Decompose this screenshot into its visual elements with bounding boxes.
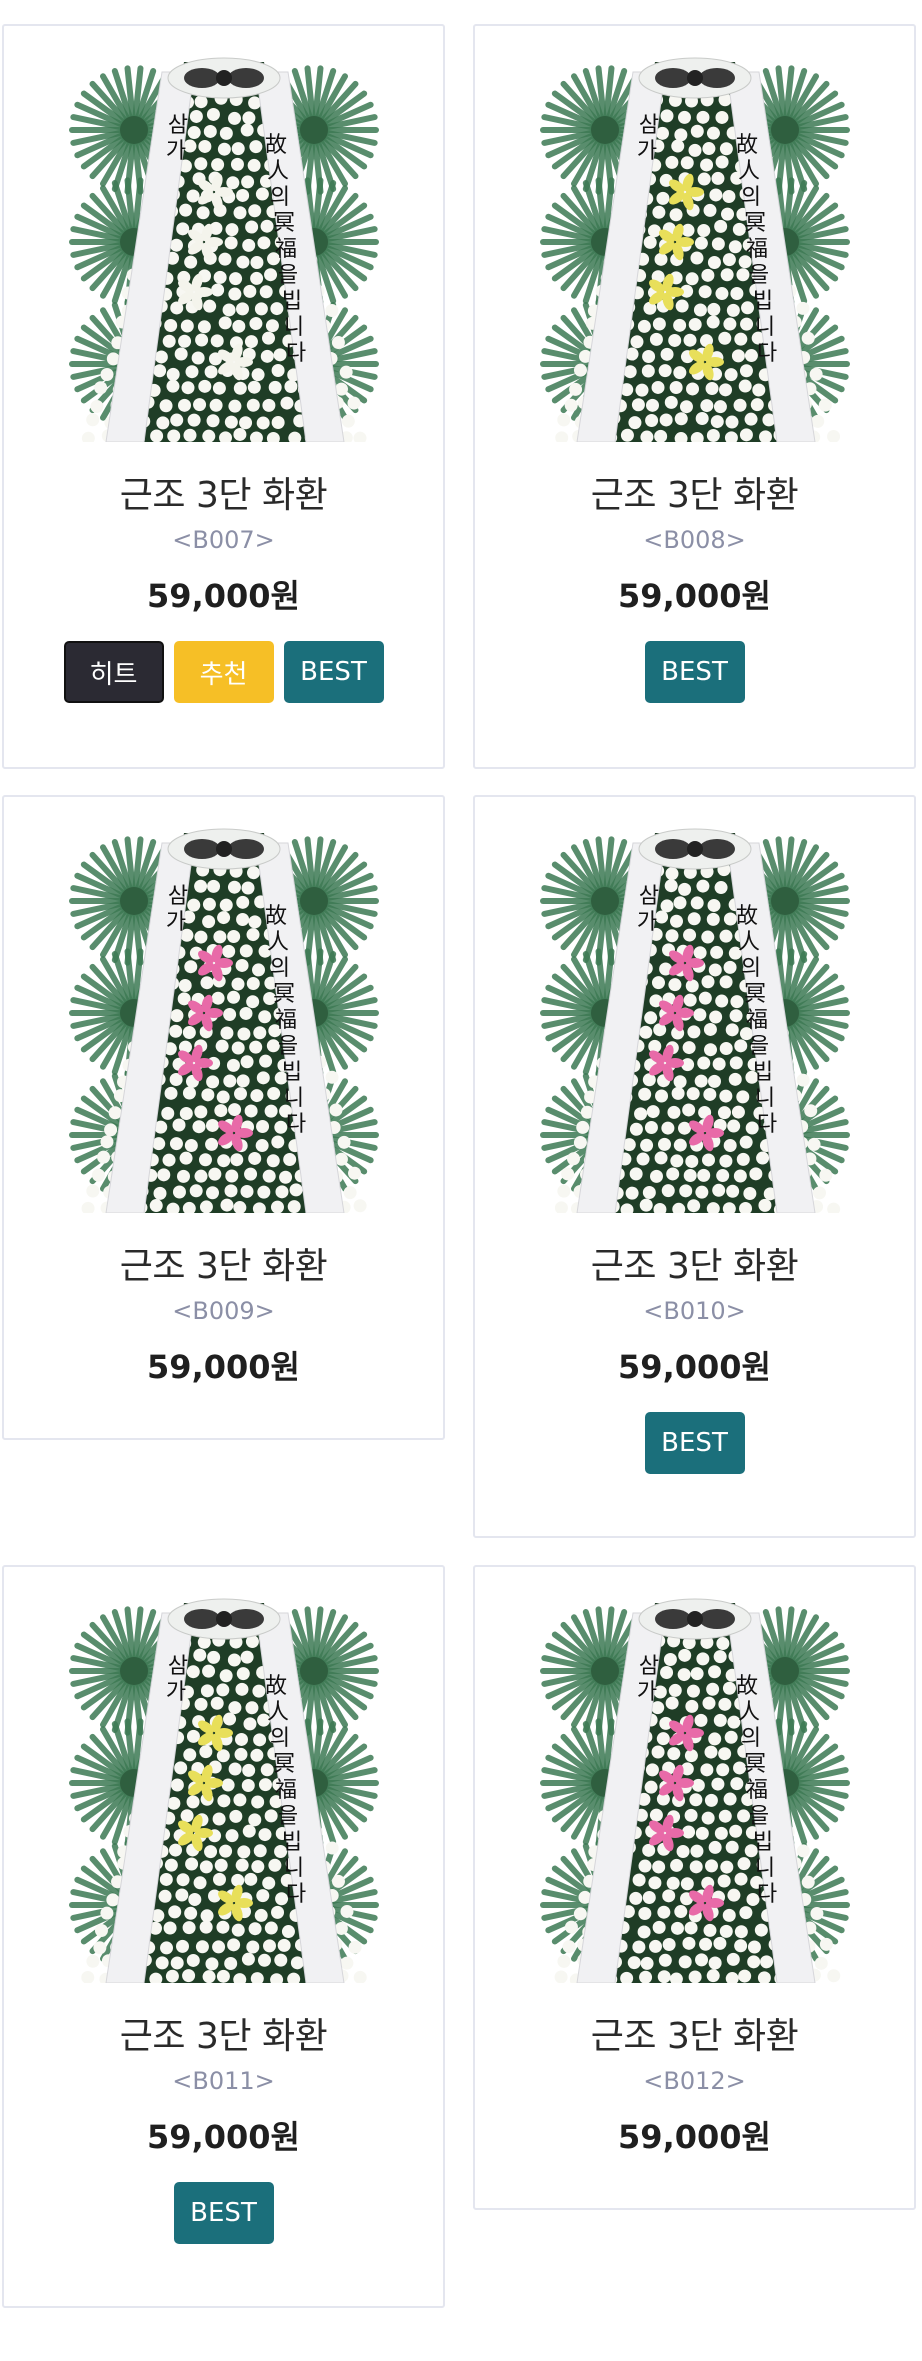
product-code: <B008> <box>643 526 746 554</box>
product-card[interactable]: 삼 가 故人 의 冥福 을 빕 니 다 근조 3단 화환 <B012> 59,000원 <box>473 1565 916 2210</box>
ribbon-bow <box>638 57 751 99</box>
ribbon-text-left: 삼가 <box>165 884 187 935</box>
ribbon-text-left: 삼가 <box>636 113 658 164</box>
hit-badge: 히트 <box>63 641 164 703</box>
product-price: 59,000원 <box>618 577 771 615</box>
best-badge: BEST <box>644 1412 745 1474</box>
ribbon-bow <box>638 1598 751 1640</box>
wreath-image[interactable]: 삼 가 故人 의 冥福 을 빕 니 다 <box>44 1583 404 1987</box>
wreath-image[interactable]: 삼 가 故人 의 冥福 을 빕 니 다 <box>515 42 875 446</box>
wreath-image[interactable]: 삼 가 故人 의 冥福 을 빕 니 다 <box>44 813 404 1216</box>
product-card[interactable]: 삼 가 故人 의 冥福 을 빕 니 다 근조 3단 화환 <B008> 59,000원 BEST <box>473 24 916 769</box>
ribbon-bow <box>638 828 751 870</box>
product-name[interactable]: 근조 3단 화환 <box>475 466 914 518</box>
product-code: <B007> <box>172 526 275 554</box>
product-code: <B009> <box>172 1297 275 1325</box>
recommend-badge: 추천 <box>173 641 274 703</box>
product-card[interactable]: 삼 가 故人 의 冥福 을 빕 니 다 근조 3단 화환 <B007> 59,000원 히트 추… <box>2 24 445 769</box>
product-card[interactable]: 삼 가 故人 의 冥福 을 빕 니 다 근조 3단 화환 <B010> 59,000원 BEST <box>473 795 916 1538</box>
ribbon-text-left: 삼가 <box>165 1654 187 1705</box>
wreath-illustration: 삼 가 故人 의 冥福 을 빕 니 다 <box>68 1598 379 1987</box>
best-badge: BEST <box>644 641 745 703</box>
product-card[interactable]: 삼 가 故人 의 冥福 을 빕 니 다 근조 3단 화환 <B009> 59,000원 <box>2 795 445 1440</box>
best-badge: BEST <box>173 2182 274 2244</box>
product-name[interactable]: 근조 3단 화환 <box>475 1237 914 1289</box>
wreath-illustration: 삼 가 故人 의 冥福 을 빕 니 다 <box>68 828 379 1216</box>
ribbon-text-left: 삼가 <box>636 1654 658 1705</box>
wreath-image[interactable]: 삼 가 故人 의 冥福 을 빕 니 다 <box>515 1583 875 1987</box>
wreath-illustration: 삼 가 故人 의 冥福 을 빕 니 다 <box>539 1598 850 1987</box>
wreath-illustration: 삼 가 故人 의 冥福 을 빕 니 다 <box>539 828 850 1217</box>
product-name[interactable]: 근조 3단 화환 <box>4 2007 443 2059</box>
product-code: <B011> <box>172 2067 275 2095</box>
wreath-illustration: 삼 가 故人 의 冥福 을 빕 니 다 <box>68 57 379 446</box>
best-badge: BEST <box>283 641 384 703</box>
ribbon-bow <box>167 828 280 870</box>
wreath-image[interactable]: 삼 가 故人 의 冥福 을 빕 니 다 <box>44 42 404 446</box>
badge-group: BEST <box>475 1412 914 1474</box>
ribbon-text-left: 삼가 <box>636 884 658 935</box>
product-price: 59,000원 <box>147 1348 300 1386</box>
badge-group: BEST <box>475 641 914 703</box>
product-name[interactable]: 근조 3단 화환 <box>4 466 443 518</box>
wreath-illustration: 삼 가 故人 의 冥福 을 빕 니 다 <box>539 57 850 446</box>
ribbon-text-left: 삼가 <box>165 113 187 164</box>
product-name[interactable]: 근조 3단 화환 <box>4 1237 443 1289</box>
product-code: <B012> <box>643 2067 746 2095</box>
product-price: 59,000원 <box>147 2118 300 2156</box>
ribbon-bow <box>167 57 280 99</box>
badge-group: BEST <box>4 2182 443 2244</box>
wreath-image[interactable]: 삼 가 故人 의 冥福 을 빕 니 다 <box>515 813 875 1217</box>
product-code: <B010> <box>643 1297 746 1325</box>
product-price: 59,000원 <box>618 2118 771 2156</box>
ribbon-bow <box>167 1598 280 1640</box>
product-name[interactable]: 근조 3단 화환 <box>475 2007 914 2059</box>
product-price: 59,000원 <box>147 577 300 615</box>
product-price: 59,000원 <box>618 1348 771 1386</box>
product-card[interactable]: 삼 가 故人 의 冥福 을 빕 니 다 근조 3단 화환 <B011> 59,000원 BEST <box>2 1565 445 2308</box>
badge-group: 히트 추천 BEST <box>4 641 443 703</box>
